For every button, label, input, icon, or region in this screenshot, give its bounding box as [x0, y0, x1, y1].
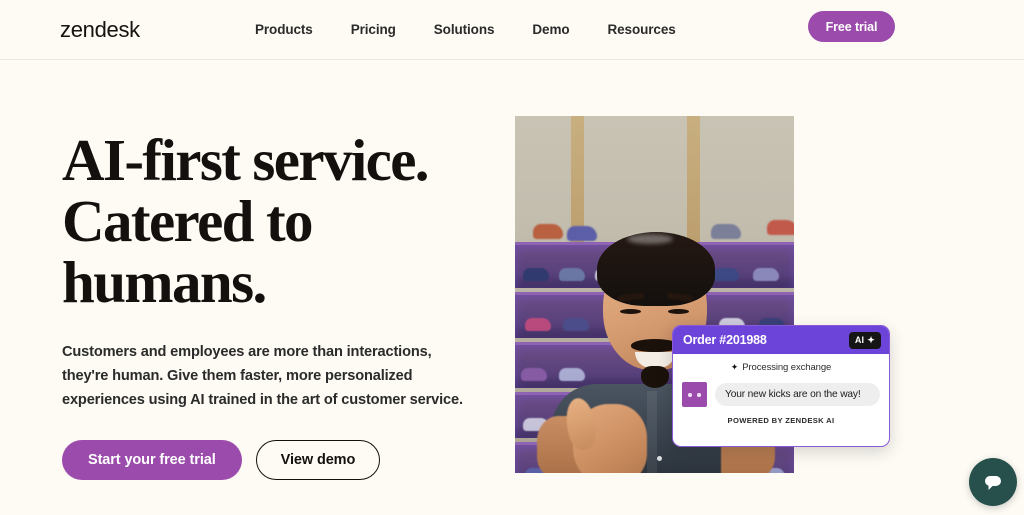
nav-item-pricing[interactable]: Pricing	[351, 22, 396, 37]
processing-label: Processing exchange	[742, 362, 832, 373]
nav-item-demo[interactable]: Demo	[532, 22, 569, 37]
shirt-button	[657, 456, 662, 461]
hero-subcopy: Customers and employees are more than in…	[62, 344, 463, 408]
free-trial-button[interactable]: Free trial	[808, 11, 895, 42]
hero-content: AI-first service. Catered to humans. Cus…	[62, 127, 492, 481]
processing-status: ✦ Processing exchange	[682, 362, 880, 373]
page-title: AI-first service. Catered to humans.	[62, 127, 430, 315]
sparkle-icon: ✦	[730, 362, 739, 372]
start-free-trial-button[interactable]: Start your free trial	[62, 440, 242, 481]
nav-item-resources[interactable]: Resources	[608, 22, 676, 37]
avatar	[682, 382, 707, 407]
chat-card-body: ✦ Processing exchange Your new kicks are…	[673, 354, 889, 432]
hero-cta-row: Start your free trial View demo	[62, 440, 492, 481]
nav-item-solutions[interactable]: Solutions	[434, 22, 495, 37]
view-demo-button[interactable]: View demo	[255, 440, 381, 481]
sparkle-icon: ✦	[867, 334, 875, 345]
chat-preview-card: Order #201988 AI ✦ ✦ Processing exchange…	[672, 325, 890, 447]
avatar-eye	[688, 393, 692, 397]
zendesk-logo[interactable]: zendesk	[60, 17, 140, 43]
powered-by-label: POWERED BY ZENDESK AI	[727, 416, 835, 425]
sneaker	[711, 224, 741, 239]
sneaker	[713, 268, 739, 281]
sneaker	[523, 268, 549, 281]
sneaker	[753, 268, 779, 281]
chat-launcher-button[interactable]	[969, 458, 1017, 506]
chat-bubble-icon	[985, 476, 1001, 490]
sneaker	[567, 226, 597, 241]
chat-card-header: Order #201988 AI ✦	[673, 326, 889, 354]
main-navigation: Products Pricing Solutions Demo Resource…	[255, 22, 676, 37]
site-header: zendesk Products Pricing Solutions Demo …	[0, 0, 1024, 60]
order-title: Order #201988	[683, 333, 767, 347]
avatar-eye	[697, 393, 701, 397]
nav-item-products[interactable]: Products	[255, 22, 313, 37]
sneaker	[563, 318, 589, 331]
sneaker	[559, 268, 585, 281]
chat-message-row: Your new kicks are on the way!	[682, 382, 880, 407]
ai-badge: AI ✦	[848, 331, 881, 349]
person-hair	[597, 232, 715, 306]
sneaker	[767, 220, 794, 235]
person-eye	[668, 309, 689, 314]
ai-badge-label: AI	[854, 335, 865, 345]
shirt-placket	[647, 391, 657, 473]
sneaker	[533, 224, 563, 239]
sneaker	[559, 368, 585, 381]
sneaker	[525, 318, 551, 331]
person-eye	[620, 309, 641, 314]
person-beard	[641, 366, 669, 388]
chat-message-bubble: Your new kicks are on the way!	[715, 383, 880, 406]
sneaker	[521, 368, 547, 381]
